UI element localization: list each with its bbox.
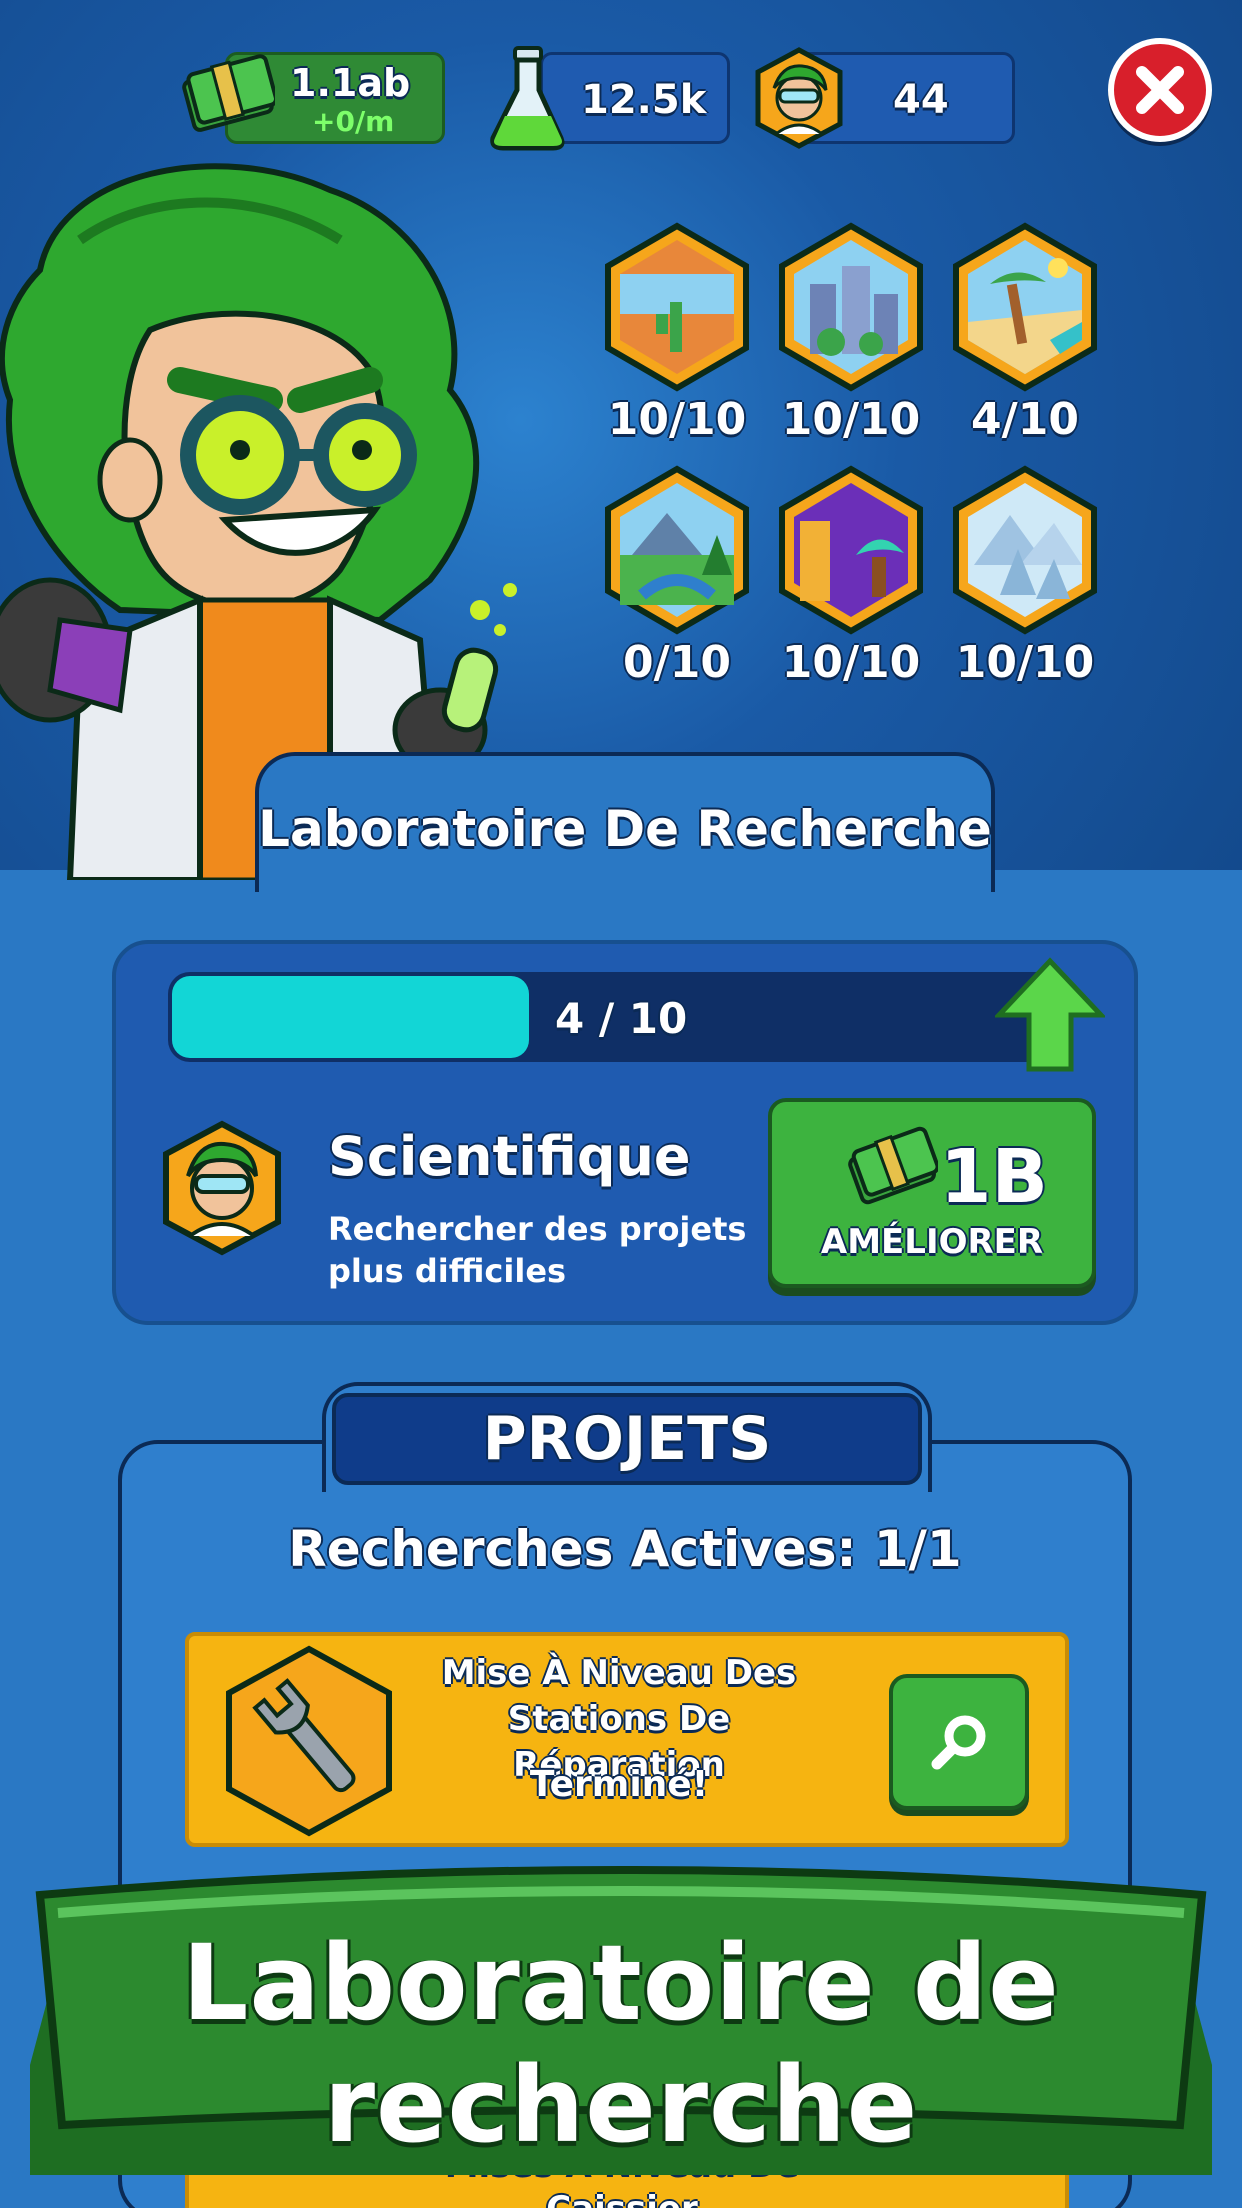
forest-region[interactable]: 0/10 xyxy=(602,465,752,688)
upgrade-progress-fill xyxy=(172,976,529,1058)
snow-region-icon xyxy=(953,465,1097,635)
money-rate: +0/m xyxy=(312,105,395,138)
search-icon xyxy=(931,1715,986,1770)
panel-title: Laboratoire De Recherche xyxy=(258,800,992,858)
improve-label: AMÉLIORER xyxy=(820,1222,1044,1262)
desert-region-progress: 10/10 xyxy=(607,394,747,445)
active-research-count: Recherches Actives: 1/1 xyxy=(288,1520,962,1578)
upgrade-description: Rechercher des projets plus difficiles xyxy=(328,1210,747,1290)
beach-region-progress: 4/10 xyxy=(971,394,1079,445)
improve-button[interactable]: 1B AMÉLIORER xyxy=(768,1098,1096,1288)
forest-region-icon xyxy=(605,465,749,635)
neon-city-region-icon xyxy=(779,465,923,635)
desert-region[interactable]: 10/10 xyxy=(602,222,752,445)
money-value: 1.1ab xyxy=(290,61,411,105)
snow-region[interactable]: 10/10 xyxy=(950,465,1100,688)
cash-stack-icon xyxy=(182,54,275,132)
research-points-value: 12.5k xyxy=(581,77,707,123)
scientist-avatar-icon xyxy=(755,47,843,149)
banner-title: Laboratoire de recherche xyxy=(182,1922,1060,2166)
city-region-progress: 10/10 xyxy=(781,394,921,445)
close-icon xyxy=(1136,66,1184,114)
city-region-icon xyxy=(779,222,923,392)
project-search-button[interactable] xyxy=(889,1674,1029,1810)
city-region[interactable]: 10/10 xyxy=(776,222,926,445)
projects-header: PROJETS xyxy=(332,1393,922,1485)
neon-city-region[interactable]: 10/10 xyxy=(776,465,926,688)
flask-icon xyxy=(490,46,565,151)
level-up-arrow-icon xyxy=(995,957,1105,1072)
improve-price: 1B xyxy=(940,1134,1048,1220)
project-status: Terminé! xyxy=(529,1764,709,1805)
upgrade-title: Scientifique xyxy=(328,1125,691,1188)
upgrade-progress-text: 4 / 10 xyxy=(555,994,688,1043)
beach-region-icon xyxy=(953,222,1097,392)
desert-region-icon xyxy=(605,222,749,392)
scientist-upgrade-icon xyxy=(163,1120,281,1256)
beach-region[interactable]: 4/10 xyxy=(950,222,1100,445)
project-card[interactable]: Mise À Niveau Des Stations De Réparation… xyxy=(185,1632,1069,1847)
cash-icon xyxy=(848,1126,938,1205)
neon-city-region-progress: 10/10 xyxy=(781,637,921,688)
close-button[interactable] xyxy=(1108,38,1212,142)
snow-region-progress: 10/10 xyxy=(955,637,1095,688)
scientists-value: 44 xyxy=(893,77,949,123)
wrench-icon xyxy=(226,1645,392,1837)
forest-region-progress: 0/10 xyxy=(623,637,731,688)
